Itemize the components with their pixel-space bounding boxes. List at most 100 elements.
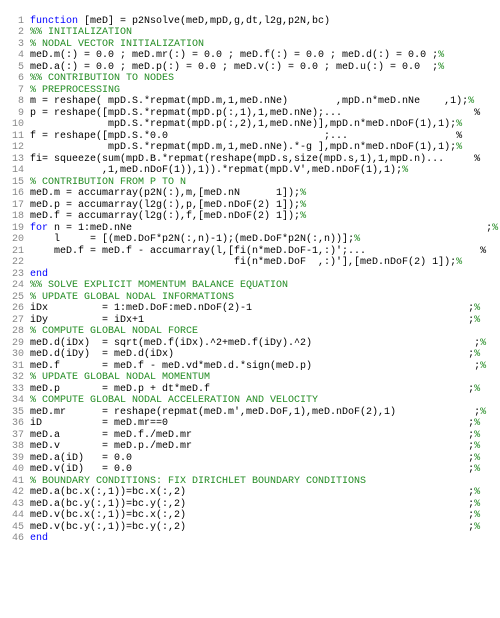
code-text: % BOUNDARY CONDITIONS: FIX DIRICHLET BOU… xyxy=(30,476,494,488)
code-text: % COMPUTE GLOBAL NODAL ACCELERATION AND … xyxy=(30,395,494,407)
code-line: 17meD.p = accumarray(l2g(:),p,[meD.nDoF(… xyxy=(6,200,494,212)
line-number: 16 xyxy=(6,188,30,200)
line-number: 11 xyxy=(6,131,30,143)
line-number: 29 xyxy=(6,338,30,350)
line-number: 25 xyxy=(6,292,30,304)
code-text: meD.m(:) = 0.0 ; meD.mr(:) = 0.0 ; meD.f… xyxy=(30,50,494,62)
line-number: 19 xyxy=(6,223,30,235)
line-number: 46 xyxy=(6,533,30,545)
code-text: mpD.S.*repmat(mpD.m,1,meD.nNe).*-g ],mpD… xyxy=(30,142,494,154)
code-text: % PREPROCESSING xyxy=(30,85,494,97)
code-line: 32% UPDATE GLOBAL NODAL MOMENTUM xyxy=(6,372,494,384)
line-number: 41 xyxy=(6,476,30,488)
code-line: 21 meD.f = meD.f - accumarray(l,[fi(n*me… xyxy=(6,246,494,258)
code-line: 36iD = meD.mr==0 ;% xyxy=(6,418,494,430)
code-text: meD.d(iDy) = meD.d(iDx) ;% xyxy=(30,349,494,361)
code-text: meD.v = meD.p./meD.mr ;% xyxy=(30,441,494,453)
code-line: 19for n = 1:meD.nNe ;% xyxy=(6,223,494,235)
line-number: 17 xyxy=(6,200,30,212)
line-number: 26 xyxy=(6,303,30,315)
code-line: 25% UPDATE GLOBAL NODAL INFORMATIONS xyxy=(6,292,494,304)
line-number: 4 xyxy=(6,50,30,62)
code-line: 2%% INITIALIZATION xyxy=(6,27,494,39)
line-number: 30 xyxy=(6,349,30,361)
code-line: 38meD.v = meD.p./meD.mr ;% xyxy=(6,441,494,453)
code-line: 46end xyxy=(6,533,494,545)
line-number: 5 xyxy=(6,62,30,74)
code-line: 28% COMPUTE GLOBAL NODAL FORCE xyxy=(6,326,494,338)
code-line: 23end xyxy=(6,269,494,281)
code-text: meD.v(bc.x(:,1))=bc.x(:,2) ;% xyxy=(30,510,494,522)
code-line: 12 mpD.S.*repmat(mpD.m,1,meD.nNe).*-g ],… xyxy=(6,142,494,154)
code-line: 27iDy = iDx+1 ;% xyxy=(6,315,494,327)
code-line: 45meD.v(bc.y(:,1))=bc.y(:,2) ;% xyxy=(6,522,494,534)
code-line: 16meD.m = accumarray(p2N(:),m,[meD.nN 1]… xyxy=(6,188,494,200)
line-number: 2 xyxy=(6,27,30,39)
code-text: % UPDATE GLOBAL NODAL MOMENTUM xyxy=(30,372,494,384)
code-text: m = reshape( mpD.S.*repmat(mpD.m,1,meD.n… xyxy=(30,96,494,108)
code-text: for n = 1:meD.nNe ;% xyxy=(30,223,498,235)
code-line: 7% PREPROCESSING xyxy=(6,85,494,97)
code-text: meD.d(iDx) = sqrt(meD.f(iDx).^2+meD.f(iD… xyxy=(30,338,494,350)
code-line: 30meD.d(iDy) = meD.d(iDx) ;% xyxy=(6,349,494,361)
code-text: % NODAL VECTOR INITIALIZATION xyxy=(30,39,494,51)
line-number: 12 xyxy=(6,142,30,154)
line-number: 1 xyxy=(6,16,30,28)
line-number: 38 xyxy=(6,441,30,453)
code-line: 35meD.mr = reshape(repmat(meD.m',meD.DoF… xyxy=(6,407,494,419)
line-number: 32 xyxy=(6,372,30,384)
code-line: 40meD.v(iD) = 0.0 ;% xyxy=(6,464,494,476)
code-line: 31meD.f = meD.f - meD.vd*meD.d.*sign(meD… xyxy=(6,361,494,373)
code-line: 41% BOUNDARY CONDITIONS: FIX DIRICHLET B… xyxy=(6,476,494,488)
code-line: 24%% SOLVE EXPLICIT MOMENTUM BALANCE EQU… xyxy=(6,280,494,292)
code-line: 6%% CONTRIBUTION TO NODES xyxy=(6,73,494,85)
code-text: iDx = 1:meD.DoF:meD.nDoF(2)-1 ;% xyxy=(30,303,494,315)
line-number: 7 xyxy=(6,85,30,97)
line-number: 6 xyxy=(6,73,30,85)
code-line: 22 fi(n*meD.DoF ,:)'],[meD.nDoF(2) 1]);% xyxy=(6,257,494,269)
code-line: 10 mpD.S.*repmat(mpD.p(:,2),1,meD.nNe)],… xyxy=(6,119,494,131)
code-text: meD.p = accumarray(l2g(:),p,[meD.nDoF(2)… xyxy=(30,200,494,212)
code-line: 26iDx = 1:meD.DoF:meD.nDoF(2)-1 ;% xyxy=(6,303,494,315)
line-number: 42 xyxy=(6,487,30,499)
line-number: 13 xyxy=(6,154,30,166)
code-line: 39meD.a(iD) = 0.0 ;% xyxy=(6,453,494,465)
line-number: 21 xyxy=(6,246,30,258)
line-number: 40 xyxy=(6,464,30,476)
line-number: 18 xyxy=(6,211,30,223)
code-line: 4meD.m(:) = 0.0 ; meD.mr(:) = 0.0 ; meD.… xyxy=(6,50,494,62)
line-number: 8 xyxy=(6,96,30,108)
code-text: meD.f = meD.f - meD.vd*meD.d.*sign(meD.p… xyxy=(30,361,494,373)
code-line: 37meD.a = meD.f./meD.mr ;% xyxy=(6,430,494,442)
line-number: 3 xyxy=(6,39,30,51)
code-text: %% INITIALIZATION xyxy=(30,27,494,39)
code-text: end xyxy=(30,269,494,281)
code-text: meD.p = meD.p + dt*meD.f ;% xyxy=(30,384,494,396)
code-text: fi(n*meD.DoF ,:)'],[meD.nDoF(2) 1]);% xyxy=(30,257,494,269)
line-number: 44 xyxy=(6,510,30,522)
code-text: iDy = iDx+1 ;% xyxy=(30,315,494,327)
code-line: 44meD.v(bc.x(:,1))=bc.x(:,2) ;% xyxy=(6,510,494,522)
code-text: meD.v(bc.y(:,1))=bc.y(:,2) ;% xyxy=(30,522,494,534)
line-number: 36 xyxy=(6,418,30,430)
code-line: 5meD.a(:) = 0.0 ; meD.p(:) = 0.0 ; meD.v… xyxy=(6,62,494,74)
line-number: 28 xyxy=(6,326,30,338)
line-number: 37 xyxy=(6,430,30,442)
line-number: 20 xyxy=(6,234,30,246)
line-number: 33 xyxy=(6,384,30,396)
code-text: % CONTRIBUTION FROM P TO N xyxy=(30,177,494,189)
code-text: % UPDATE GLOBAL NODAL INFORMATIONS xyxy=(30,292,494,304)
code-line: 29meD.d(iDx) = sqrt(meD.f(iDx).^2+meD.f(… xyxy=(6,338,494,350)
code-line: 1function [meD] = p2Nsolve(meD,mpD,g,dt,… xyxy=(6,16,494,28)
line-number: 43 xyxy=(6,499,30,511)
line-number: 23 xyxy=(6,269,30,281)
line-number: 45 xyxy=(6,522,30,534)
code-text: %% CONTRIBUTION TO NODES xyxy=(30,73,494,85)
line-number: 15 xyxy=(6,177,30,189)
code-text: end xyxy=(30,533,494,545)
line-number: 31 xyxy=(6,361,30,373)
code-line: 9p = reshape([mpD.S.*repmat(mpD.p(:,1),1… xyxy=(6,108,494,120)
code-text: mpD.S.*repmat(mpD.p(:,2),1,meD.nNe)],mpD… xyxy=(30,119,494,131)
code-line: 15% CONTRIBUTION FROM P TO N xyxy=(6,177,494,189)
code-line: 13fi= squeeze(sum(mpD.B.*repmat(reshape(… xyxy=(6,154,494,166)
